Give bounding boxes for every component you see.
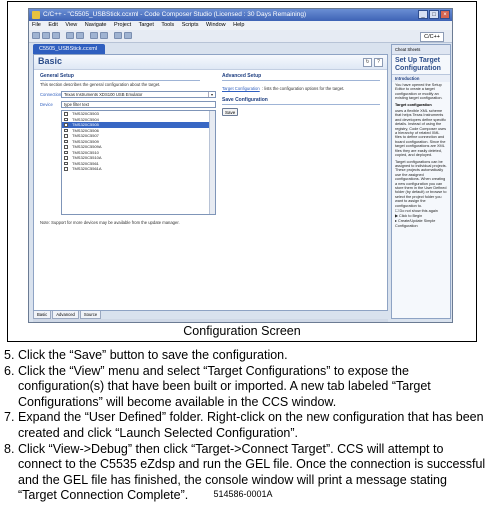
help-icon[interactable]: ? bbox=[374, 58, 383, 67]
tab-advanced[interactable]: Advanced bbox=[52, 311, 79, 319]
cheat-sheet-heading: Set Up Target Configuration bbox=[395, 57, 441, 72]
device-filter-text: type filter text bbox=[64, 102, 89, 107]
refresh-icon[interactable]: ↻ bbox=[363, 58, 372, 67]
document-number: 514586-0001A bbox=[213, 489, 273, 499]
checkbox-icon[interactable] bbox=[64, 112, 68, 116]
cheat-sheet-tab[interactable]: Cheat Sheets bbox=[392, 45, 450, 55]
connection-select[interactable]: Texas Instruments XDS100 USB Emulator ▾ bbox=[61, 91, 216, 98]
build-icon[interactable] bbox=[66, 32, 74, 39]
target-configuration-link[interactable]: Target Configuration bbox=[222, 86, 260, 91]
checkbox-icon[interactable] bbox=[64, 128, 68, 132]
figure-caption: Configuration Screen bbox=[183, 324, 301, 338]
checkbox-icon[interactable] bbox=[64, 139, 68, 143]
new-icon[interactable] bbox=[32, 32, 40, 39]
menu-project[interactable]: Project bbox=[114, 22, 131, 28]
menu-target[interactable]: Target bbox=[139, 22, 154, 28]
checkbox-icon[interactable] bbox=[64, 167, 68, 171]
device-label: Device bbox=[40, 102, 53, 107]
create-update-config-item[interactable]: ▸ Create/Update Simple Configuration bbox=[392, 219, 450, 229]
forward-icon[interactable] bbox=[124, 32, 132, 39]
device-filter-input[interactable]: type filter text bbox=[61, 101, 216, 108]
editor-header-icons: ↻ ? bbox=[363, 58, 383, 67]
menu-help[interactable]: Help bbox=[233, 22, 244, 28]
print-icon[interactable] bbox=[52, 32, 60, 39]
save-button[interactable]: Save bbox=[222, 108, 239, 116]
close-icon[interactable]: × bbox=[440, 10, 450, 19]
menu-window[interactable]: Window bbox=[206, 22, 226, 28]
menu-tools[interactable]: Tools bbox=[161, 22, 174, 28]
menu-bar: File Edit View Navigate Project Target T… bbox=[29, 21, 452, 30]
editor-header: Basic ↻ ? bbox=[34, 55, 387, 70]
window-title: C/C++ - "C5505_USBStick.ccxml - Code Com… bbox=[43, 11, 307, 18]
cheat-sheet-intro-title[interactable]: Introduction bbox=[392, 74, 450, 82]
divider bbox=[222, 104, 380, 105]
step-5: 5. Click the “Save” button to save the co… bbox=[4, 348, 288, 362]
menu-navigate[interactable]: Navigate bbox=[85, 22, 107, 28]
chevron-down-icon[interactable]: ▾ bbox=[208, 92, 215, 97]
save-config-title: Save Configuration bbox=[222, 97, 268, 103]
target-configuration-desc: : lists the configuration options for th… bbox=[262, 86, 345, 91]
checkbox-icon[interactable] bbox=[64, 117, 68, 121]
search-icon[interactable] bbox=[90, 32, 98, 39]
checkbox-icon[interactable] bbox=[64, 156, 68, 160]
target-config-editor: Basic ↻ ? General Setup This section des… bbox=[33, 54, 388, 311]
checkbox-icon[interactable] bbox=[64, 123, 68, 127]
ccs-screenshot: C/C++ - "C5505_USBStick.ccxml - Code Com… bbox=[28, 8, 453, 323]
app-icon bbox=[32, 11, 40, 19]
support-note: Note: Support for more devices may be av… bbox=[40, 220, 180, 225]
connection-value: Texas Instruments XDS100 USB Emulator bbox=[64, 92, 143, 97]
editor-bottom-tabs: Basic Advanced Source bbox=[33, 311, 102, 319]
toolbar: C/C++ bbox=[29, 30, 452, 43]
general-setup-desc: This section describes the general confi… bbox=[40, 82, 161, 87]
run-icon[interactable] bbox=[100, 32, 108, 39]
cheat-sheet-tc2-text: Target configurations can be assigned to… bbox=[395, 159, 447, 208]
menu-edit[interactable]: Edit bbox=[48, 22, 57, 28]
divider bbox=[222, 80, 380, 81]
perspective-switcher[interactable]: C/C++ bbox=[420, 32, 444, 42]
connection-label: Connection bbox=[40, 92, 62, 97]
window-controls: _ □ × bbox=[418, 10, 450, 19]
menu-view[interactable]: View bbox=[65, 22, 77, 28]
step-6: 6. Click the “View” menu and select “Targ… bbox=[4, 363, 431, 409]
window-titlebar: C/C++ - "C5505_USBStick.ccxml - Code Com… bbox=[29, 9, 452, 21]
menu-file[interactable]: File bbox=[32, 22, 41, 28]
maximize-icon[interactable]: □ bbox=[429, 10, 439, 19]
checkbox-icon[interactable] bbox=[64, 150, 68, 154]
save-icon[interactable] bbox=[42, 32, 50, 39]
checkbox-icon[interactable] bbox=[64, 134, 68, 138]
cheat-sheet-intro-text: You have opened the Setup Editor to crea… bbox=[395, 83, 443, 101]
back-icon[interactable] bbox=[114, 32, 122, 39]
advanced-setup-title: Advanced Setup bbox=[222, 73, 262, 79]
cheat-sheet-panel: Cheat Sheets Set Up Target Configuration… bbox=[391, 44, 451, 319]
tab-basic[interactable]: Basic bbox=[33, 311, 52, 319]
device-list[interactable]: TMS320C5503 TMS320C5504 TMS320C5505 TMS3… bbox=[61, 110, 216, 215]
divider bbox=[40, 80, 200, 81]
debug-icon[interactable] bbox=[76, 32, 84, 39]
cheat-sheet-tc-text: uses a flexible XML scheme that helps Te… bbox=[395, 109, 447, 158]
list-item[interactable]: TMS320C5561A bbox=[62, 166, 215, 172]
list-scrollbar[interactable] bbox=[209, 111, 215, 214]
editor-title: Basic bbox=[38, 56, 63, 66]
instruction-steps: 5. Click the “Save” button to save the co… bbox=[4, 348, 486, 504]
minimize-icon[interactable]: _ bbox=[418, 10, 428, 19]
checkbox-icon[interactable] bbox=[64, 145, 68, 149]
editor-tab[interactable]: C5505_USBStick.ccxml bbox=[33, 44, 105, 54]
step-7: 7. Expand the “User Defined” folder. Righ… bbox=[4, 410, 484, 440]
general-setup-title: General Setup bbox=[40, 73, 74, 79]
figure-frame: C/C++ - "C5505_USBStick.ccxml - Code Com… bbox=[7, 1, 477, 342]
checkbox-icon[interactable] bbox=[64, 161, 68, 165]
tab-source[interactable]: Source bbox=[79, 311, 102, 319]
menu-scripts[interactable]: Scripts bbox=[182, 22, 199, 28]
horizontal-scrollbar[interactable] bbox=[33, 319, 388, 322]
